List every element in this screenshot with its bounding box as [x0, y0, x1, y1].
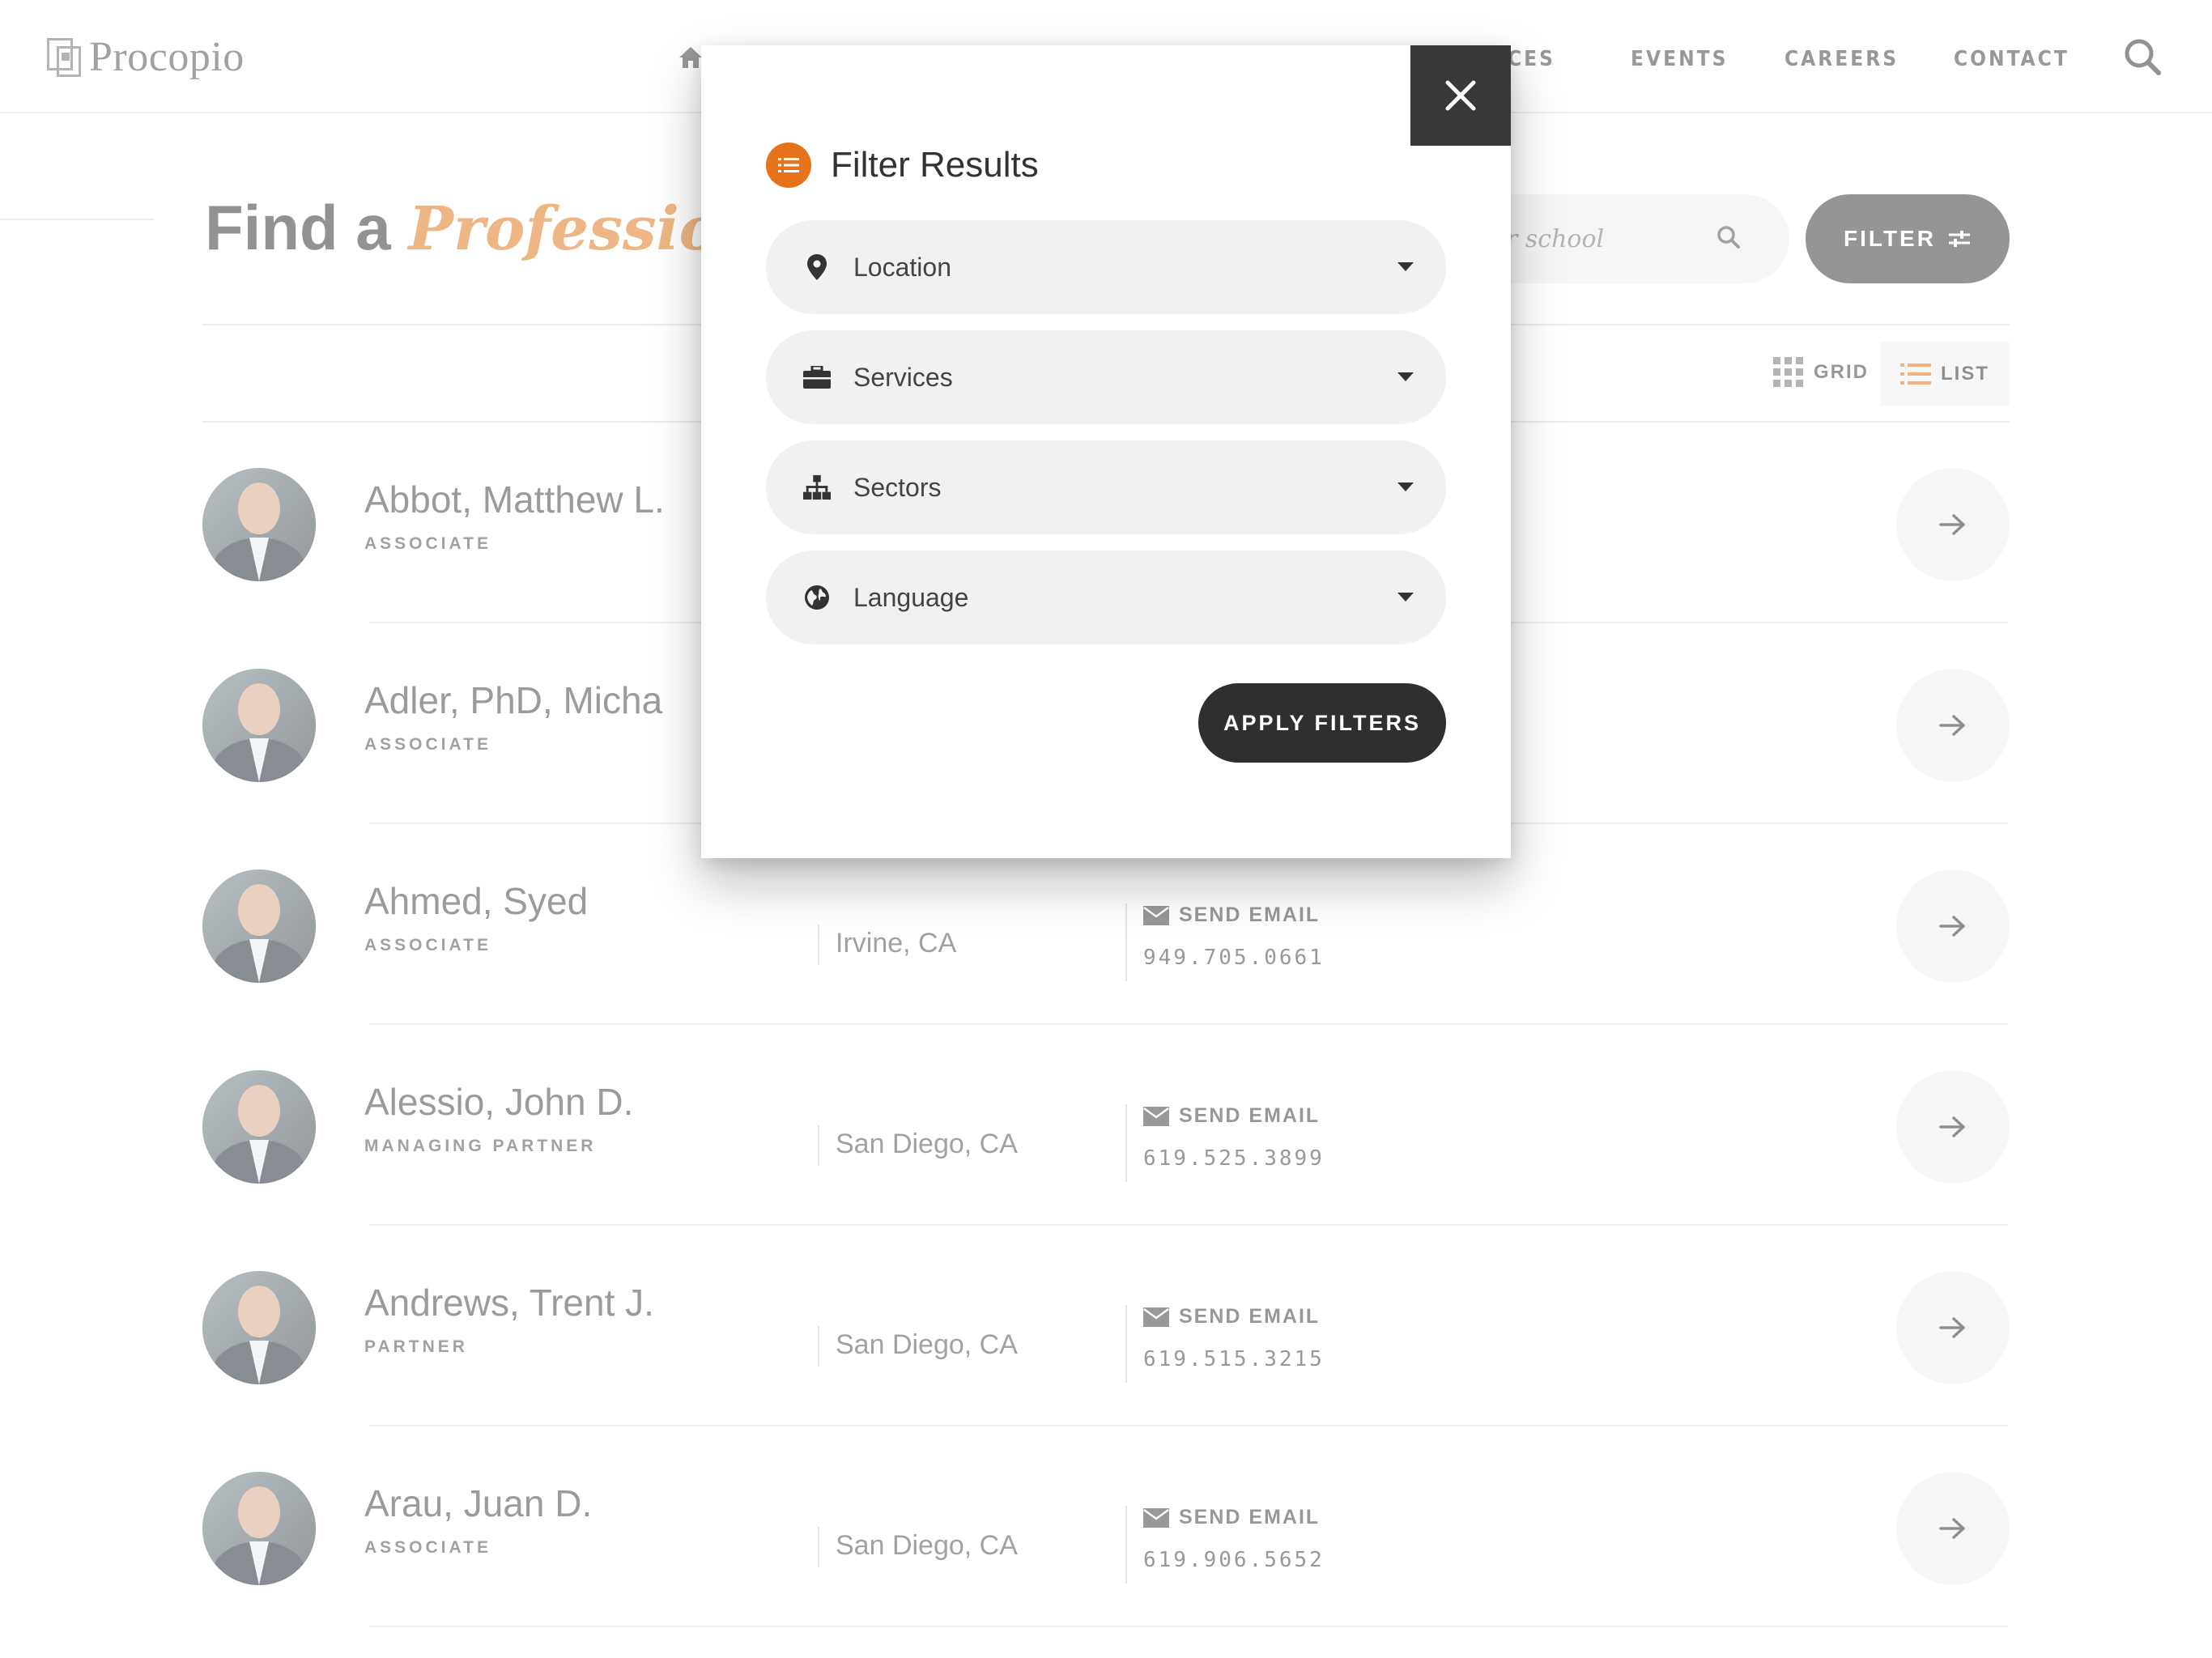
location-dropdown[interactable]: Location — [766, 220, 1446, 314]
chevron-down-icon — [1397, 372, 1414, 381]
modal-title: Filter Results — [831, 145, 1039, 185]
filter-list-icon — [766, 142, 811, 188]
close-modal-button[interactable] — [1410, 45, 1511, 146]
language-dropdown-label: Language — [853, 582, 969, 612]
globe-icon — [803, 584, 831, 611]
services-dropdown[interactable]: Services — [766, 330, 1446, 424]
apply-filters-button[interactable]: APPLY FILTERS — [1198, 683, 1446, 763]
close-icon — [1445, 80, 1476, 111]
sitemap-icon — [803, 474, 831, 501]
chevron-down-icon — [1397, 483, 1414, 491]
services-dropdown-label: Services — [853, 362, 953, 392]
language-dropdown[interactable]: Language — [766, 551, 1446, 644]
modal-header: Filter Results — [766, 142, 1039, 188]
location-dropdown-label: Location — [853, 252, 951, 282]
chevron-down-icon — [1397, 262, 1414, 271]
sectors-dropdown[interactable]: Sectors — [766, 440, 1446, 534]
map-pin-icon — [803, 253, 831, 281]
briefcase-icon — [803, 363, 831, 391]
chevron-down-icon — [1397, 593, 1414, 602]
sectors-dropdown-label: Sectors — [853, 472, 942, 502]
